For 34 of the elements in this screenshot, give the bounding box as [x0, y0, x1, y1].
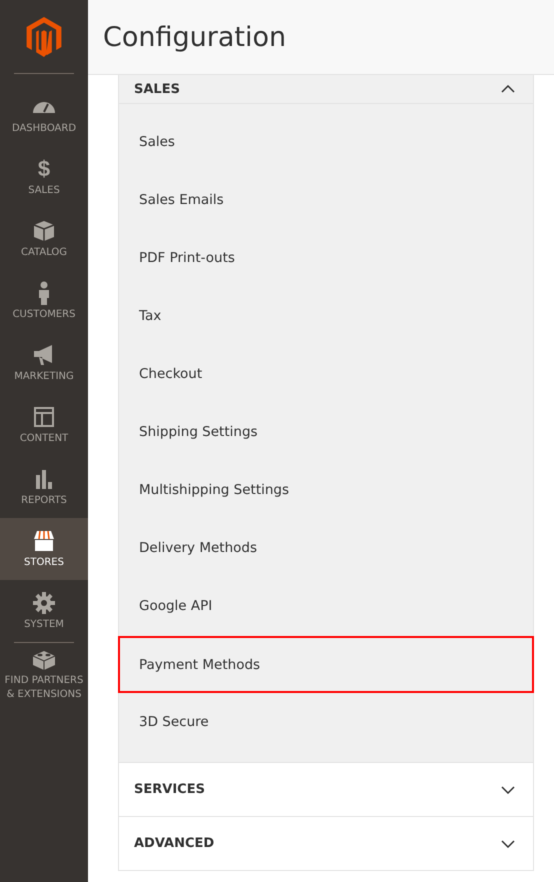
- nav-item[interactable]: REPORTS: [0, 456, 88, 518]
- nav-item[interactable]: CATALOG: [0, 208, 88, 270]
- store-icon: [31, 528, 57, 552]
- menu-link[interactable]: Google API: [119, 577, 533, 635]
- nav-item[interactable]: $ SALES: [0, 146, 88, 208]
- menu-link[interactable]: Shipping Settings: [119, 403, 533, 461]
- menu-link[interactable]: Sales Emails: [119, 171, 533, 229]
- expand-chevron-icon: [501, 786, 515, 794]
- box-icon: [31, 218, 57, 242]
- menu-link[interactable]: Sales: [119, 113, 533, 171]
- menu-link[interactable]: Delivery Methods: [119, 519, 533, 577]
- menu-link[interactable]: Payment Methods: [119, 637, 533, 692]
- nav-item[interactable]: SYSTEM: [0, 580, 88, 642]
- nav-item[interactable]: FIND PARTNERS & EXTENSIONS: [0, 643, 88, 705]
- section-header[interactable]: ADVANCED: [119, 817, 533, 870]
- page-title: Configuration: [103, 22, 286, 52]
- logo-icon[interactable]: [26, 16, 62, 56]
- nav-item[interactable]: STORES: [0, 518, 88, 580]
- section-header[interactable]: SALES: [119, 75, 533, 104]
- nav-item[interactable]: MARKETING: [0, 332, 88, 394]
- menu-link[interactable]: Tax: [119, 287, 533, 345]
- section-header[interactable]: SERVICES: [119, 763, 533, 816]
- menu-link[interactable]: Multishipping Settings: [119, 461, 533, 519]
- dollar-icon: $: [38, 156, 50, 180]
- nav-item[interactable]: DASHBOARD: [0, 84, 88, 146]
- nav-item[interactable]: CUSTOMERS: [0, 270, 88, 332]
- gear-icon: [31, 590, 57, 614]
- menu-link[interactable]: Checkout: [119, 345, 533, 403]
- menu-link[interactable]: 3D Secure: [119, 693, 533, 751]
- nav-item[interactable]: CONTENT: [0, 394, 88, 456]
- layout-icon: [31, 404, 57, 428]
- expand-chevron-icon: [501, 840, 515, 848]
- collapse-chevron-icon: [501, 85, 515, 93]
- menu-link[interactable]: PDF Print-outs: [119, 229, 533, 287]
